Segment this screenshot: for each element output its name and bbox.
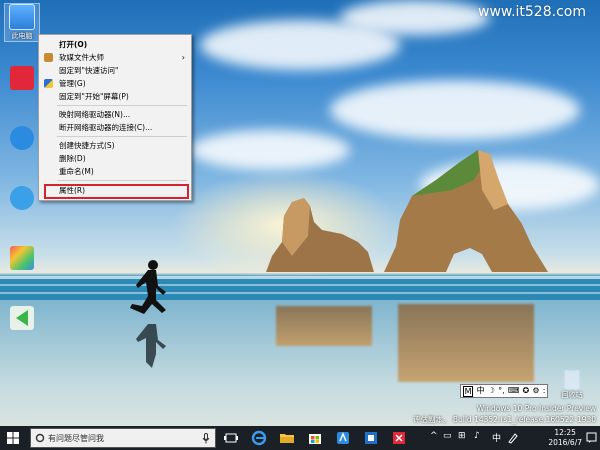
menu-item-label: 断开网络驱动器的连接(C)... bbox=[59, 123, 153, 132]
menu-separator bbox=[57, 105, 187, 106]
menu-item-pin-start[interactable]: 固定到"开始"屏幕(P) bbox=[39, 90, 191, 103]
system-clock[interactable]: 12:25 2016/6/7 bbox=[548, 428, 582, 448]
input-language-icon[interactable]: 中 bbox=[492, 431, 501, 444]
watermark-text: www.it528.com bbox=[478, 4, 586, 20]
right-rock bbox=[384, 150, 548, 272]
build-info-line2: 评估副本。 Build 14352.rs1_release.160522-193… bbox=[412, 415, 596, 424]
menu-item-label: 打开(O) bbox=[59, 40, 88, 49]
ime-language-icon[interactable]: 中 bbox=[477, 385, 485, 397]
app-icon-red[interactable] bbox=[5, 66, 39, 90]
store-icon[interactable] bbox=[306, 429, 324, 447]
clock-time: 12:25 bbox=[554, 428, 576, 437]
context-menu: 打开(O) 软媒文件大师 › 固定到"快速访问" 管理(G) 固定到"开始"屏幕… bbox=[38, 34, 192, 201]
taskbar: 有问题尽管问我 ^ ▭ ⊞ ♪ 中 12:25 2016/6/7 bbox=[0, 426, 600, 450]
green-arrow-app-icon bbox=[10, 306, 34, 330]
submenu-arrow-icon: › bbox=[181, 53, 185, 62]
menu-item-open[interactable]: 打开(O) bbox=[39, 38, 191, 51]
menu-item-create-shortcut[interactable]: 创建快捷方式(S) bbox=[39, 139, 191, 152]
menu-item-label: 管理(G) bbox=[59, 79, 86, 88]
ime-keyboard-icon[interactable]: ⌨ bbox=[508, 385, 520, 397]
left-rock bbox=[266, 198, 374, 272]
rock-reflection bbox=[398, 304, 534, 382]
menu-item-delete[interactable]: 删除(D) bbox=[39, 152, 191, 165]
cortana-search-box[interactable]: 有问题尽管问我 bbox=[30, 428, 216, 448]
app-icon-blue-circle[interactable] bbox=[5, 126, 39, 150]
ime-more-icon[interactable]: : bbox=[543, 385, 546, 397]
ime-mode-icon[interactable]: M bbox=[462, 385, 474, 397]
menu-item-label: 固定到"快速访问" bbox=[59, 66, 119, 75]
menu-separator bbox=[57, 136, 187, 137]
trash-can-icon bbox=[564, 370, 580, 390]
menu-item-label: 固定到"开始"屏幕(P) bbox=[59, 92, 129, 101]
edge-browser-icon[interactable] bbox=[250, 429, 268, 447]
wave bbox=[0, 284, 600, 286]
menu-separator bbox=[57, 180, 187, 181]
show-hidden-icons[interactable]: ^ bbox=[430, 431, 438, 441]
ime-moon-icon[interactable]: ☽ bbox=[488, 385, 495, 397]
pen-workspace-icon[interactable] bbox=[507, 432, 519, 444]
menu-item-file-master[interactable]: 软媒文件大师 › bbox=[39, 51, 191, 64]
recycle-bin-icon[interactable]: 回收站 bbox=[558, 370, 586, 400]
clock-date: 2016/6/7 bbox=[548, 438, 582, 447]
menu-item-label: 创建快捷方式(S) bbox=[59, 141, 115, 150]
search-placeholder: 有问题尽管问我 bbox=[48, 434, 104, 443]
outlook-icon[interactable] bbox=[362, 429, 380, 447]
app-icon-colorful[interactable] bbox=[5, 246, 39, 270]
file-master-icon bbox=[44, 53, 53, 62]
rock-reflection bbox=[276, 306, 372, 346]
runner-silhouette bbox=[130, 260, 166, 368]
properties-highlight-box bbox=[44, 184, 189, 199]
menu-item-label: 映射网络驱动器(N)... bbox=[59, 110, 131, 119]
colorful-app-icon bbox=[10, 246, 34, 270]
ime-skin-icon[interactable]: ✪ bbox=[523, 385, 530, 397]
menu-item-map-drive[interactable]: 映射网络驱动器(N)... bbox=[39, 108, 191, 121]
cloud bbox=[340, 0, 490, 35]
this-pc-icon[interactable]: 此电脑 bbox=[4, 3, 40, 42]
menu-item-pin-quick-access[interactable]: 固定到"快速访问" bbox=[39, 64, 191, 77]
volume-icon[interactable]: ♪ bbox=[474, 431, 480, 441]
horizon-waves bbox=[0, 276, 600, 279]
ime-punctuation-icon[interactable]: °, bbox=[498, 385, 505, 397]
build-info-line1: Windows 10 Pro Insider Preview bbox=[476, 404, 596, 413]
file-explorer-icon[interactable] bbox=[278, 429, 296, 447]
cloud bbox=[330, 80, 580, 140]
red-app-icon bbox=[10, 66, 34, 90]
recycle-bin-label: 回收站 bbox=[561, 391, 583, 399]
chat-app-icon bbox=[10, 186, 34, 210]
icon-label: 此电脑 bbox=[11, 32, 33, 40]
app-icon-green-arrow[interactable] bbox=[5, 306, 39, 330]
cloud bbox=[190, 130, 350, 170]
menu-item-disconnect-drive[interactable]: 断开网络驱动器的连接(C)... bbox=[39, 121, 191, 134]
menu-item-rename[interactable]: 重命名(M) bbox=[39, 165, 191, 178]
blue-app-taskbar-icon[interactable] bbox=[334, 429, 352, 447]
cortana-circle-icon bbox=[35, 433, 45, 443]
red-app-taskbar-icon[interactable] bbox=[390, 429, 408, 447]
ime-toolbar: M 中 ☽ °, ⌨ ✪ ⚙ : bbox=[460, 384, 548, 398]
monitor-icon bbox=[9, 4, 35, 30]
task-view-icon[interactable] bbox=[222, 429, 240, 447]
battery-icon[interactable]: ▭ bbox=[443, 431, 452, 441]
ime-settings-icon[interactable]: ⚙ bbox=[532, 385, 539, 397]
menu-item-label: 删除(D) bbox=[59, 154, 86, 163]
windows-start-icon[interactable] bbox=[3, 429, 23, 447]
shield-icon bbox=[44, 79, 53, 88]
wave bbox=[0, 292, 600, 294]
menu-item-label: 软媒文件大师 bbox=[59, 53, 104, 62]
app-icon-chat[interactable] bbox=[5, 186, 39, 210]
menu-item-manage[interactable]: 管理(G) bbox=[39, 77, 191, 90]
network-icon[interactable]: ⊞ bbox=[458, 431, 466, 441]
blue-circle-app-icon bbox=[10, 126, 34, 150]
menu-item-label: 重命名(M) bbox=[59, 167, 94, 176]
action-center-icon[interactable] bbox=[586, 432, 597, 444]
microphone-icon[interactable] bbox=[202, 433, 210, 444]
